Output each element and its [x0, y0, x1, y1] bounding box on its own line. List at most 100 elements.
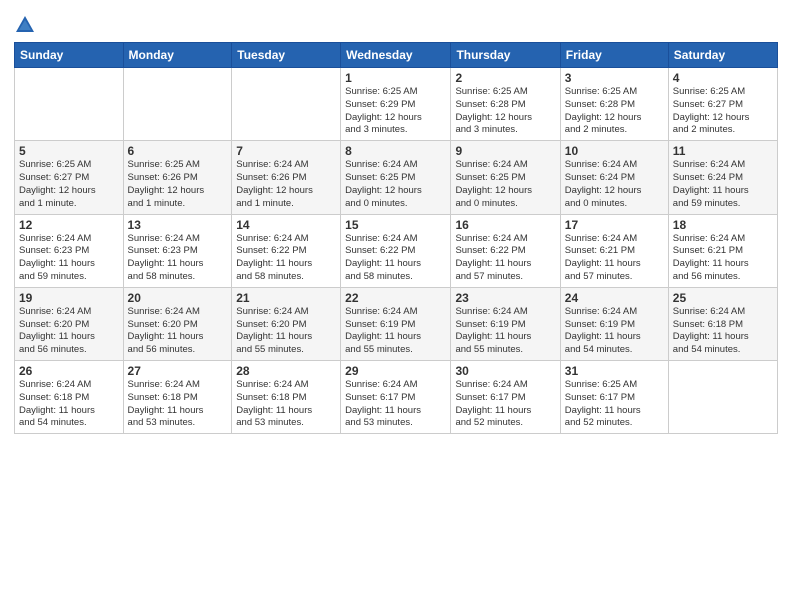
day-number: 11	[673, 144, 773, 158]
calendar-cell: 14Sunrise: 6:24 AM Sunset: 6:22 PM Dayli…	[232, 214, 341, 287]
day-number: 20	[128, 291, 228, 305]
day-info: Sunrise: 6:25 AM Sunset: 6:28 PM Dayligh…	[455, 86, 555, 137]
weekday-header-tuesday: Tuesday	[232, 43, 341, 68]
day-info: Sunrise: 6:24 AM Sunset: 6:19 PM Dayligh…	[345, 306, 446, 357]
day-info: Sunrise: 6:24 AM Sunset: 6:22 PM Dayligh…	[455, 233, 555, 284]
calendar-cell: 26Sunrise: 6:24 AM Sunset: 6:18 PM Dayli…	[15, 361, 124, 434]
calendar-cell: 31Sunrise: 6:25 AM Sunset: 6:17 PM Dayli…	[560, 361, 668, 434]
day-info: Sunrise: 6:24 AM Sunset: 6:17 PM Dayligh…	[455, 379, 555, 430]
week-row-4: 19Sunrise: 6:24 AM Sunset: 6:20 PM Dayli…	[15, 287, 778, 360]
calendar-cell: 25Sunrise: 6:24 AM Sunset: 6:18 PM Dayli…	[668, 287, 777, 360]
calendar-cell: 18Sunrise: 6:24 AM Sunset: 6:21 PM Dayli…	[668, 214, 777, 287]
day-number: 2	[455, 71, 555, 85]
calendar-cell: 11Sunrise: 6:24 AM Sunset: 6:24 PM Dayli…	[668, 141, 777, 214]
calendar-cell: 3Sunrise: 6:25 AM Sunset: 6:28 PM Daylig…	[560, 68, 668, 141]
calendar-cell: 22Sunrise: 6:24 AM Sunset: 6:19 PM Dayli…	[341, 287, 451, 360]
day-number: 28	[236, 364, 336, 378]
calendar-table: SundayMondayTuesdayWednesdayThursdayFrid…	[14, 42, 778, 434]
day-info: Sunrise: 6:25 AM Sunset: 6:28 PM Dayligh…	[565, 86, 664, 137]
day-info: Sunrise: 6:24 AM Sunset: 6:25 PM Dayligh…	[345, 159, 446, 210]
day-info: Sunrise: 6:24 AM Sunset: 6:21 PM Dayligh…	[565, 233, 664, 284]
day-info: Sunrise: 6:24 AM Sunset: 6:23 PM Dayligh…	[128, 233, 228, 284]
day-info: Sunrise: 6:24 AM Sunset: 6:18 PM Dayligh…	[673, 306, 773, 357]
day-number: 12	[19, 218, 119, 232]
calendar-cell: 4Sunrise: 6:25 AM Sunset: 6:27 PM Daylig…	[668, 68, 777, 141]
day-number: 27	[128, 364, 228, 378]
header	[14, 10, 778, 36]
calendar-cell: 2Sunrise: 6:25 AM Sunset: 6:28 PM Daylig…	[451, 68, 560, 141]
calendar-cell	[232, 68, 341, 141]
calendar-cell: 24Sunrise: 6:24 AM Sunset: 6:19 PM Dayli…	[560, 287, 668, 360]
calendar-cell: 19Sunrise: 6:24 AM Sunset: 6:20 PM Dayli…	[15, 287, 124, 360]
weekday-header-sunday: Sunday	[15, 43, 124, 68]
calendar-cell: 28Sunrise: 6:24 AM Sunset: 6:18 PM Dayli…	[232, 361, 341, 434]
weekday-header-wednesday: Wednesday	[341, 43, 451, 68]
day-number: 21	[236, 291, 336, 305]
day-info: Sunrise: 6:24 AM Sunset: 6:17 PM Dayligh…	[345, 379, 446, 430]
logo-icon	[14, 14, 36, 36]
calendar-cell: 1Sunrise: 6:25 AM Sunset: 6:29 PM Daylig…	[341, 68, 451, 141]
day-info: Sunrise: 6:24 AM Sunset: 6:18 PM Dayligh…	[236, 379, 336, 430]
day-number: 17	[565, 218, 664, 232]
calendar-cell	[15, 68, 124, 141]
day-number: 18	[673, 218, 773, 232]
day-number: 10	[565, 144, 664, 158]
day-info: Sunrise: 6:25 AM Sunset: 6:27 PM Dayligh…	[19, 159, 119, 210]
weekday-header-friday: Friday	[560, 43, 668, 68]
calendar-cell: 20Sunrise: 6:24 AM Sunset: 6:20 PM Dayli…	[123, 287, 232, 360]
day-number: 23	[455, 291, 555, 305]
day-number: 16	[455, 218, 555, 232]
day-number: 1	[345, 71, 446, 85]
day-info: Sunrise: 6:24 AM Sunset: 6:24 PM Dayligh…	[673, 159, 773, 210]
calendar-cell: 16Sunrise: 6:24 AM Sunset: 6:22 PM Dayli…	[451, 214, 560, 287]
day-number: 13	[128, 218, 228, 232]
calendar-cell: 27Sunrise: 6:24 AM Sunset: 6:18 PM Dayli…	[123, 361, 232, 434]
calendar-cell: 29Sunrise: 6:24 AM Sunset: 6:17 PM Dayli…	[341, 361, 451, 434]
day-info: Sunrise: 6:24 AM Sunset: 6:25 PM Dayligh…	[455, 159, 555, 210]
calendar-cell: 8Sunrise: 6:24 AM Sunset: 6:25 PM Daylig…	[341, 141, 451, 214]
weekday-header-thursday: Thursday	[451, 43, 560, 68]
logo	[14, 10, 38, 36]
page: SundayMondayTuesdayWednesdayThursdayFrid…	[0, 0, 792, 612]
day-number: 30	[455, 364, 555, 378]
week-row-2: 5Sunrise: 6:25 AM Sunset: 6:27 PM Daylig…	[15, 141, 778, 214]
day-number: 9	[455, 144, 555, 158]
calendar-cell: 30Sunrise: 6:24 AM Sunset: 6:17 PM Dayli…	[451, 361, 560, 434]
day-number: 31	[565, 364, 664, 378]
calendar-cell: 17Sunrise: 6:24 AM Sunset: 6:21 PM Dayli…	[560, 214, 668, 287]
day-number: 4	[673, 71, 773, 85]
day-number: 15	[345, 218, 446, 232]
day-info: Sunrise: 6:24 AM Sunset: 6:19 PM Dayligh…	[565, 306, 664, 357]
day-info: Sunrise: 6:24 AM Sunset: 6:21 PM Dayligh…	[673, 233, 773, 284]
day-info: Sunrise: 6:24 AM Sunset: 6:23 PM Dayligh…	[19, 233, 119, 284]
weekday-header-row: SundayMondayTuesdayWednesdayThursdayFrid…	[15, 43, 778, 68]
day-info: Sunrise: 6:25 AM Sunset: 6:26 PM Dayligh…	[128, 159, 228, 210]
day-info: Sunrise: 6:24 AM Sunset: 6:18 PM Dayligh…	[128, 379, 228, 430]
day-number: 24	[565, 291, 664, 305]
calendar-cell	[668, 361, 777, 434]
day-number: 19	[19, 291, 119, 305]
day-number: 3	[565, 71, 664, 85]
day-info: Sunrise: 6:24 AM Sunset: 6:26 PM Dayligh…	[236, 159, 336, 210]
calendar-cell: 23Sunrise: 6:24 AM Sunset: 6:19 PM Dayli…	[451, 287, 560, 360]
day-info: Sunrise: 6:24 AM Sunset: 6:22 PM Dayligh…	[345, 233, 446, 284]
calendar-cell: 12Sunrise: 6:24 AM Sunset: 6:23 PM Dayli…	[15, 214, 124, 287]
day-number: 26	[19, 364, 119, 378]
week-row-1: 1Sunrise: 6:25 AM Sunset: 6:29 PM Daylig…	[15, 68, 778, 141]
day-info: Sunrise: 6:25 AM Sunset: 6:27 PM Dayligh…	[673, 86, 773, 137]
calendar-cell: 21Sunrise: 6:24 AM Sunset: 6:20 PM Dayli…	[232, 287, 341, 360]
day-info: Sunrise: 6:24 AM Sunset: 6:20 PM Dayligh…	[128, 306, 228, 357]
day-info: Sunrise: 6:24 AM Sunset: 6:19 PM Dayligh…	[455, 306, 555, 357]
day-info: Sunrise: 6:24 AM Sunset: 6:24 PM Dayligh…	[565, 159, 664, 210]
day-info: Sunrise: 6:24 AM Sunset: 6:18 PM Dayligh…	[19, 379, 119, 430]
day-number: 8	[345, 144, 446, 158]
weekday-header-monday: Monday	[123, 43, 232, 68]
day-number: 22	[345, 291, 446, 305]
day-number: 29	[345, 364, 446, 378]
day-info: Sunrise: 6:24 AM Sunset: 6:20 PM Dayligh…	[19, 306, 119, 357]
day-number: 7	[236, 144, 336, 158]
calendar-cell	[123, 68, 232, 141]
week-row-3: 12Sunrise: 6:24 AM Sunset: 6:23 PM Dayli…	[15, 214, 778, 287]
day-number: 6	[128, 144, 228, 158]
day-info: Sunrise: 6:25 AM Sunset: 6:29 PM Dayligh…	[345, 86, 446, 137]
